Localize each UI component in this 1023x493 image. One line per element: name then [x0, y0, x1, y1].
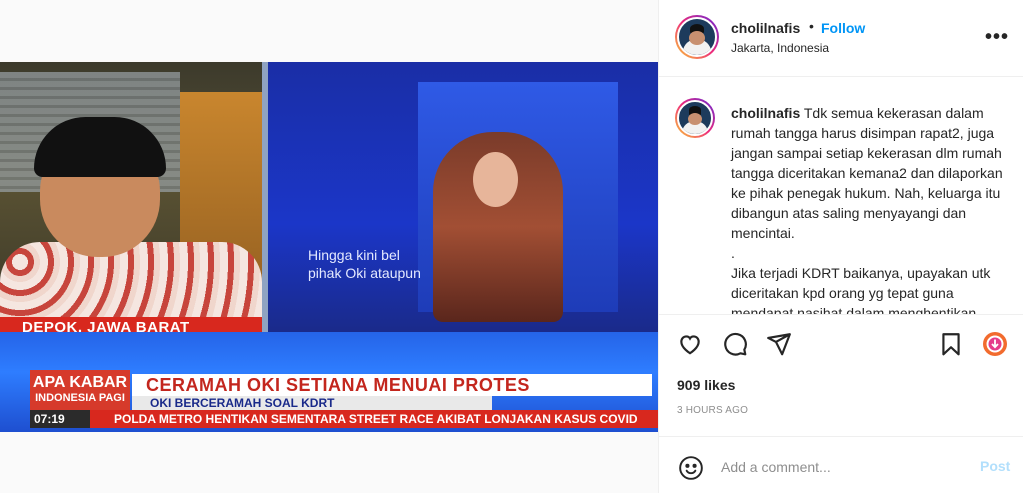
likes-count[interactable]: 909 likes	[677, 377, 735, 393]
comment-input[interactable]	[721, 455, 961, 479]
comment-icon[interactable]	[722, 331, 748, 357]
heart-icon[interactable]	[677, 331, 703, 357]
tv-clock: 07:19	[30, 410, 90, 428]
action-bar	[659, 315, 1023, 373]
post-sidebar: cholilnafis • Follow Jakarta, Indonesia …	[658, 0, 1023, 493]
tv-crawl: POLDA METRO HENTIKAN SEMENTARA STREET RA…	[90, 410, 658, 428]
caption-username[interactable]: cholilnafis	[731, 105, 800, 121]
post-caption: cholilnafis Tdk semua kekerasan dalam ru…	[731, 105, 1003, 315]
avatar[interactable]	[675, 15, 719, 59]
post-header: cholilnafis • Follow Jakarta, Indonesia …	[659, 0, 1023, 77]
post-comment-button[interactable]: Post	[980, 458, 1010, 474]
post-timestamp[interactable]: 3 HOURS AGO	[677, 405, 748, 416]
bookmark-icon[interactable]	[938, 331, 964, 357]
tv-subheadline: OKI BERCERAMAH SOAL KDRT	[132, 396, 492, 410]
caption-avatar[interactable]	[675, 98, 715, 138]
more-icon[interactable]: •••	[985, 26, 1009, 49]
follow-button[interactable]: Follow	[821, 20, 865, 36]
location-link[interactable]: Jakarta, Indonesia	[731, 41, 829, 55]
post-media[interactable]: DEPOK, JAWA BARAT Hingga kini bel pihak …	[0, 0, 658, 493]
username-link[interactable]: cholilnafis	[731, 20, 800, 36]
comment-bar: Post	[659, 436, 1023, 493]
post-image[interactable]: DEPOK, JAWA BARAT Hingga kini bel pihak …	[0, 62, 658, 432]
share-icon[interactable]	[766, 331, 792, 357]
download-icon[interactable]	[982, 331, 1008, 357]
tv-subtitle: Hingga kini bel pihak Oki ataupun	[308, 247, 421, 281]
tv-right-panel: Hingga kini bel pihak Oki ataupun	[268, 62, 658, 332]
emoji-icon[interactable]	[678, 455, 704, 481]
separator-dot: •	[809, 18, 814, 34]
caption-section: cholilnafis Tdk semua kekerasan dalam ru…	[659, 77, 1023, 315]
tv-headline: CERAMAH OKI SETIANA MENUAI PROTES	[132, 374, 652, 396]
